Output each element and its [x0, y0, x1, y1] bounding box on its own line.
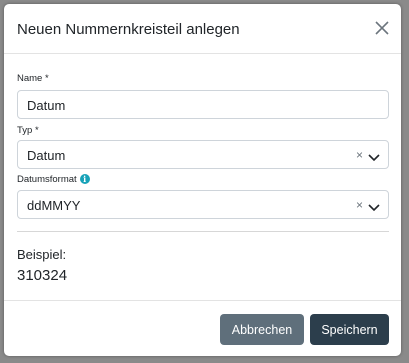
type-select[interactable]: Datum × — [17, 140, 389, 169]
close-icon[interactable] — [374, 20, 390, 36]
dialog-title: Neuen Nummernkreisteil anlegen — [17, 21, 240, 38]
date-format-value: ddMMYY — [27, 198, 81, 213]
date-format-label-text: Datumsformat — [17, 174, 77, 185]
name-value: Datum — [27, 98, 66, 113]
name-input[interactable]: Datum — [17, 90, 389, 119]
type-clear-icon[interactable]: × — [356, 148, 363, 162]
name-label: Name * — [17, 73, 49, 84]
chevron-down-icon[interactable] — [368, 150, 380, 162]
dialog-footer: Abbrechen Speichern — [4, 300, 401, 356]
cancel-button[interactable]: Abbrechen — [220, 314, 304, 345]
date-format-select[interactable]: ddMMYY × — [17, 190, 389, 219]
dialog-header: Neuen Nummernkreisteil anlegen — [4, 4, 401, 54]
date-format-label: Datumsformat i — [17, 174, 90, 185]
chevron-down-icon[interactable] — [368, 200, 380, 212]
date-format-clear-icon[interactable]: × — [356, 198, 363, 212]
dialog: Neuen Nummernkreisteil anlegen Name * Da… — [4, 4, 401, 356]
type-value: Datum — [27, 148, 66, 163]
example-value: 310324 — [17, 267, 68, 284]
type-label: Typ * — [17, 125, 39, 136]
example-label: Beispiel: — [17, 247, 67, 262]
save-button[interactable]: Speichern — [310, 314, 389, 345]
info-icon[interactable]: i — [79, 174, 90, 185]
divider — [17, 231, 389, 232]
